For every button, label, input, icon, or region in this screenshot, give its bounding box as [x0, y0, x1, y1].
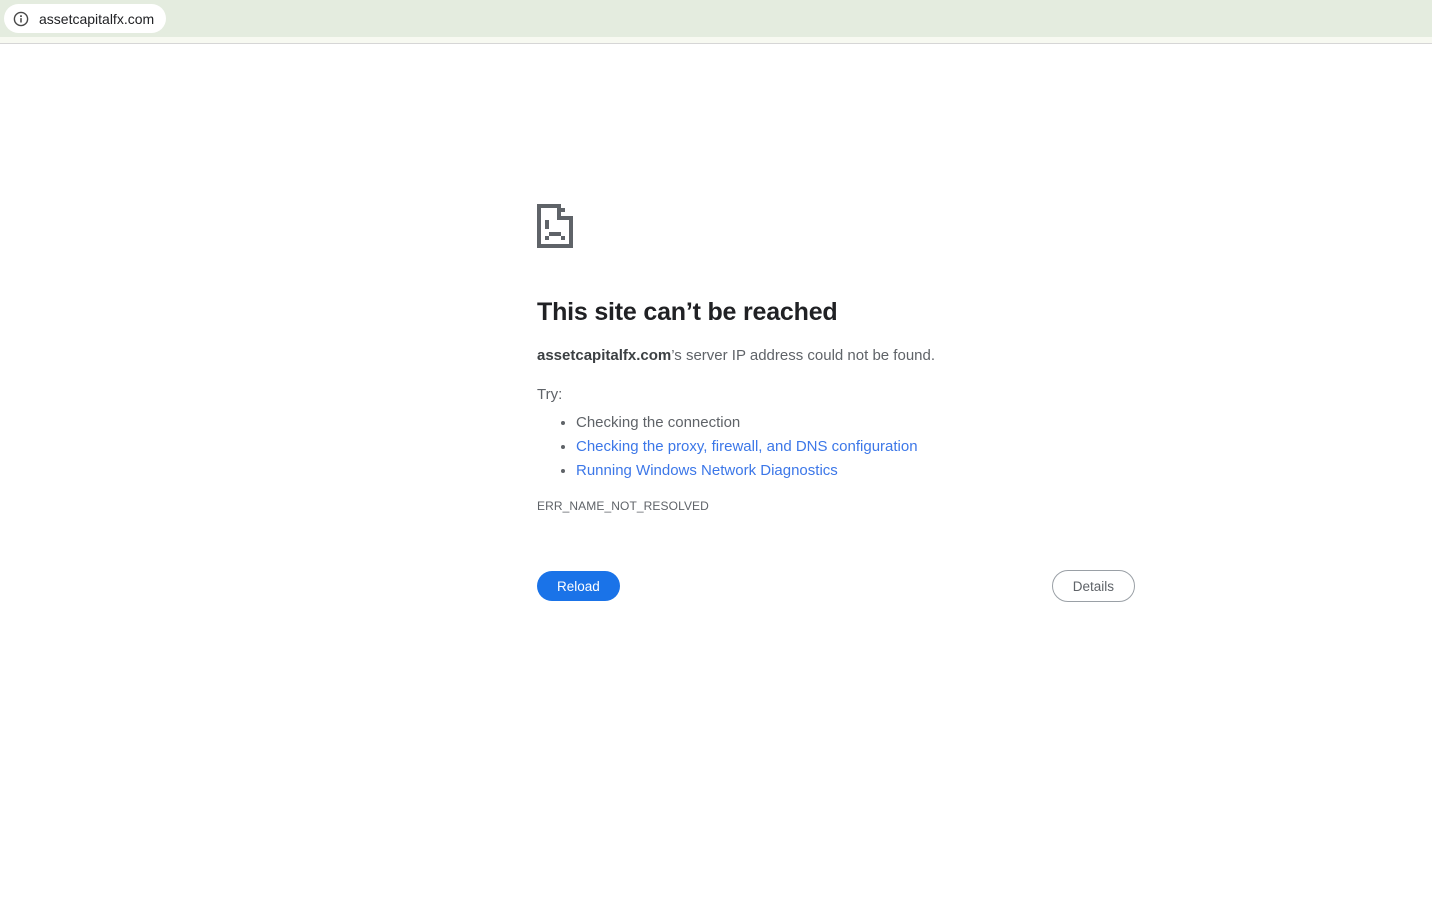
error-message-suffix: ’s server IP address could not be found. — [671, 347, 936, 364]
suggestion-item: Running Windows Network Diagnostics — [576, 459, 1135, 483]
suggestion-item: Checking the connection — [576, 411, 1135, 435]
suggestion-text-connection: Checking the connection — [576, 414, 741, 431]
info-icon[interactable] — [13, 11, 29, 27]
suggestion-item: Checking the proxy, firewall, and DNS co… — [576, 435, 1135, 459]
try-label: Try: — [537, 386, 563, 403]
error-code: ERR_NAME_NOT_RESOLVED — [537, 499, 709, 513]
page-title: This site can’t be reached — [537, 298, 838, 326]
details-button[interactable]: Details — [1051, 570, 1135, 602]
address-bar[interactable]: assetcapitalfx.com — [4, 4, 166, 33]
suggestion-link-network-diagnostics[interactable]: Running Windows Network Diagnostics — [576, 462, 838, 479]
reload-button[interactable]: Reload — [537, 571, 620, 601]
error-page-content: This site can’t be reached assetcapitalf… — [537, 0, 1135, 602]
sad-file-icon — [537, 204, 573, 248]
suggestion-list: Checking the connection Checking the pro… — [537, 411, 1135, 483]
suggestion-link-proxy-firewall-dns[interactable]: Checking the proxy, firewall, and DNS co… — [576, 438, 918, 455]
domain-name: assetcapitalfx.com — [537, 347, 672, 364]
screen: { "browser": { "address_bar": { "url": "… — [0, 0, 1432, 923]
button-row: Reload Details — [537, 570, 1135, 602]
error-message: assetcapitalfx.com’s server IP address c… — [537, 346, 1135, 366]
address-bar-url: assetcapitalfx.com — [39, 10, 155, 27]
